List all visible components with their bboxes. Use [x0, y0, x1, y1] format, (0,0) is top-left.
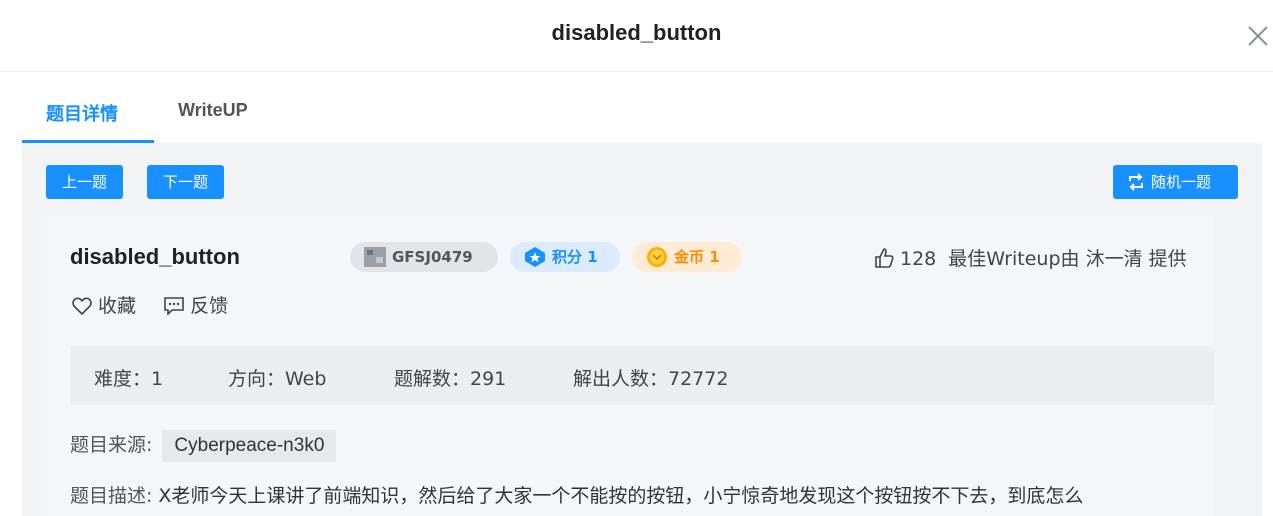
source-label: 题目来源:: [70, 434, 153, 456]
solutions-stat: 题解数：291: [394, 368, 507, 390]
comment-icon: [164, 297, 184, 316]
score-icon: [525, 247, 545, 267]
tab-details[interactable]: 题目详情: [46, 100, 118, 126]
likes-count: 128: [900, 248, 937, 270]
challenge-logo-icon: [364, 247, 386, 267]
likes-area: 128 最佳Writeup由 沐一清 提供: [874, 244, 1187, 271]
source-chip: Cyberpeace-n3k0: [162, 430, 337, 462]
favorite-label: 收藏: [98, 295, 137, 317]
challenge-id-text: GFSJ0479: [392, 248, 473, 266]
challenge-card: disabled_button GFSJ0479 积分 1 金币 1 128 最…: [46, 216, 1214, 516]
heart-icon: [72, 297, 92, 316]
description-text: X老师今天上课讲了前端知识，然后给了大家一个不能按的按钮，小宁惊奇地发现这个按钮…: [158, 485, 1084, 507]
challenge-actions: 收藏 反馈: [72, 291, 250, 318]
feedback-label: 反馈: [190, 295, 229, 317]
random-challenge-button[interactable]: 随机一题: [1113, 165, 1238, 199]
close-icon[interactable]: [1246, 24, 1270, 48]
difficulty-stat: 难度：1: [94, 368, 164, 390]
next-challenge-button[interactable]: 下一题: [147, 165, 224, 199]
prev-challenge-button[interactable]: 上一题: [46, 165, 123, 199]
gold-tag: 金币 1: [632, 242, 742, 272]
random-challenge-label: 随机一题: [1151, 173, 1212, 191]
tab-writeup[interactable]: WriteUP: [178, 100, 248, 121]
score-tag: 积分 1: [510, 242, 620, 272]
challenge-id-tag: GFSJ0479: [350, 242, 498, 272]
thumbs-up-icon[interactable]: [874, 248, 894, 268]
source-row: 题目来源: Cyberpeace-n3k0: [70, 430, 337, 462]
modal-header: disabled_button: [0, 0, 1273, 72]
description-row: 题目描述: X老师今天上课讲了前端知识，然后给了大家一个不能按的按钮，小宁惊奇地发…: [70, 481, 1083, 508]
description-label: 题目描述:: [70, 485, 153, 507]
solvers-stat: 解出人数：72772: [573, 368, 729, 390]
shuffle-icon: [1129, 173, 1143, 191]
challenge-name: disabled_button: [70, 244, 240, 269]
coin-icon: [647, 247, 667, 267]
modal-title: disabled_button: [551, 20, 722, 45]
challenge-panel: 上一题 下一题 随机一题 disabled_button GFSJ0479 积分…: [22, 143, 1262, 516]
direction-stat: 方向：Web: [228, 368, 327, 390]
favorite-button[interactable]: 收藏: [72, 291, 136, 318]
stats-bar: 难度：1 方向：Web 题解数：291 解出人数：72772: [70, 346, 1214, 405]
feedback-button[interactable]: 反馈: [164, 291, 228, 318]
tab-bar: 题目详情 WriteUP: [22, 72, 1262, 143]
best-writeup[interactable]: 最佳Writeup由 沐一清 提供: [948, 248, 1186, 270]
gold-text: 金币 1: [674, 248, 720, 266]
score-text: 积分 1: [552, 248, 598, 266]
